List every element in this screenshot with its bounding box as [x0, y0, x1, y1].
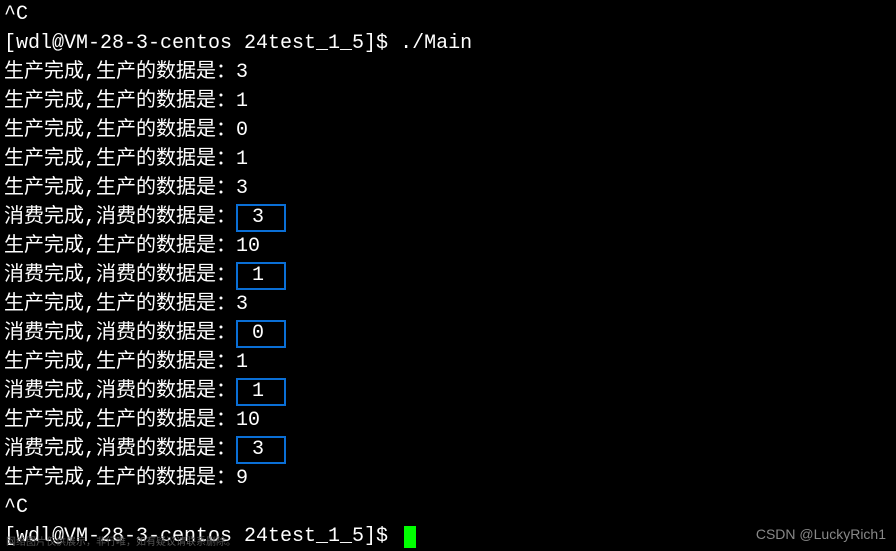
- consumer-label: 消费完成,消费的数据是：: [4, 322, 236, 345]
- producer-value: 10: [236, 235, 260, 258]
- consumer-label: 消费完成,消费的数据是：: [4, 380, 236, 403]
- terminal-line: 消费完成,消费的数据是： 3: [4, 435, 892, 464]
- producer-value: 3: [236, 293, 248, 316]
- terminal-line: 生产完成,生产的数据是：3: [4, 290, 892, 319]
- terminal-line: 生产完成,生产的数据是：1: [4, 87, 892, 116]
- consumer-value-highlighted: 3: [236, 436, 286, 464]
- producer-value: 9: [236, 467, 248, 490]
- producer-label: 生产完成,生产的数据是：: [4, 119, 236, 142]
- producer-label: 生产完成,生产的数据是：: [4, 148, 236, 171]
- producer-label: 生产完成,生产的数据是：: [4, 61, 236, 84]
- terminal-line: 消费完成,消费的数据是： 1: [4, 261, 892, 290]
- terminal-line: 生产完成,生产的数据是：3: [4, 58, 892, 87]
- command-text: ./Main: [400, 32, 472, 55]
- output-text: ^C: [4, 496, 28, 519]
- terminal-line: [wdl@VM-28-3-centos 24test_1_5]$ ./Main: [4, 29, 892, 58]
- terminal-line: ^C: [4, 0, 892, 29]
- terminal-line: 生产完成,生产的数据是：1: [4, 348, 892, 377]
- terminal-line: 生产完成,生产的数据是：1: [4, 145, 892, 174]
- consumer-value-highlighted: 1: [236, 378, 286, 406]
- producer-value: 1: [236, 351, 248, 374]
- consumer-value-highlighted: 1: [236, 262, 286, 290]
- terminal-line: 生产完成,生产的数据是：3: [4, 174, 892, 203]
- producer-label: 生产完成,生产的数据是：: [4, 177, 236, 200]
- consumer-label: 消费完成,消费的数据是：: [4, 264, 236, 287]
- terminal-line: 消费完成,消费的数据是： 1: [4, 377, 892, 406]
- producer-value: 1: [236, 90, 248, 113]
- watermark-text: CSDN @LuckyRich1: [756, 524, 886, 544]
- consumer-label: 消费完成,消费的数据是：: [4, 438, 236, 461]
- producer-label: 生产完成,生产的数据是：: [4, 409, 236, 432]
- footer-disclaimer: 网络图片仅供展示，非行唯，如有疑议请联系删除。: [6, 536, 236, 551]
- producer-label: 生产完成,生产的数据是：: [4, 90, 236, 113]
- terminal-window[interactable]: ^C [wdl@VM-28-3-centos 24test_1_5]$ ./Mai…: [0, 0, 896, 551]
- consumer-value-highlighted: 0: [236, 320, 286, 348]
- producer-value: 10: [236, 409, 260, 432]
- output-text: ^C: [4, 3, 28, 26]
- cursor-block[interactable]: [404, 526, 416, 548]
- shell-prompt: [wdl@VM-28-3-centos 24test_1_5]$: [4, 32, 400, 55]
- producer-value: 3: [236, 177, 248, 200]
- terminal-line: 生产完成,生产的数据是：10: [4, 406, 892, 435]
- terminal-line: 消费完成,消费的数据是： 0: [4, 319, 892, 348]
- terminal-line: 消费完成,消费的数据是： 3: [4, 203, 892, 232]
- consumer-value-highlighted: 3: [236, 204, 286, 232]
- consumer-label: 消费完成,消费的数据是：: [4, 206, 236, 229]
- producer-label: 生产完成,生产的数据是：: [4, 293, 236, 316]
- producer-label: 生产完成,生产的数据是：: [4, 351, 236, 374]
- producer-label: 生产完成,生产的数据是：: [4, 467, 236, 490]
- terminal-line: ^C: [4, 493, 892, 522]
- terminal-line: 生产完成,生产的数据是：9: [4, 464, 892, 493]
- terminal-line: 生产完成,生产的数据是：10: [4, 232, 892, 261]
- producer-value: 1: [236, 148, 248, 171]
- terminal-line: 生产完成,生产的数据是：0: [4, 116, 892, 145]
- producer-value: 3: [236, 61, 248, 84]
- producer-label: 生产完成,生产的数据是：: [4, 235, 236, 258]
- producer-value: 0: [236, 119, 248, 142]
